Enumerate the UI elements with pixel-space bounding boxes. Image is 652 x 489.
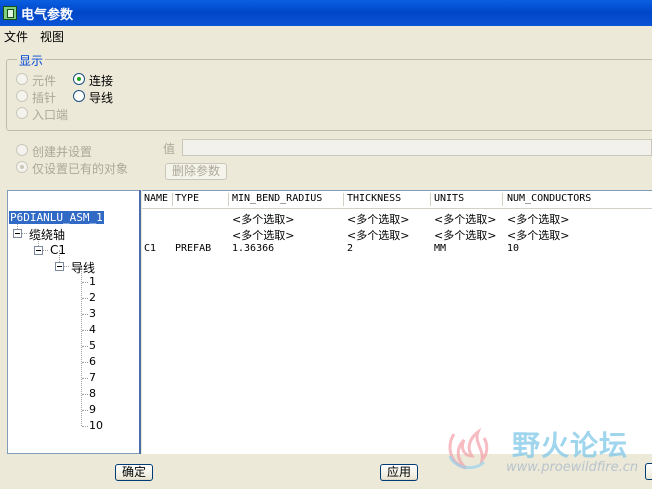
table-cell[interactable]: 2 [347, 243, 353, 254]
tree-root-node[interactable]: P6DIANLU_ASM_1 [9, 211, 104, 224]
radio-label: 导线 [89, 91, 114, 105]
value-label: 值 [163, 142, 176, 156]
menu-view[interactable]: 视图 [40, 28, 64, 45]
table-cell[interactable]: C1 [144, 243, 156, 254]
column-header-units[interactable]: UNITS [434, 193, 464, 204]
radio-button[interactable] [16, 90, 28, 102]
menu-file[interactable]: 文件 [4, 28, 28, 45]
tree-node-wire[interactable]: 5 [89, 339, 96, 352]
table-cell[interactable]: PREFAB [175, 243, 211, 254]
radio-button[interactable] [16, 161, 28, 173]
tree-node-wire[interactable]: 8 [89, 387, 96, 400]
radio-label: 仅设置已有的对象 [32, 162, 129, 176]
table-cell[interactable]: <多个选取> [507, 211, 569, 227]
delete-parameter-button[interactable]: 删除参数 [165, 163, 227, 180]
column-header-thickness[interactable]: THICKNESS [347, 193, 401, 204]
column-header-min-bend-radius[interactable]: MIN_BEND_RADIUS [232, 193, 322, 204]
radio-button[interactable] [16, 73, 28, 85]
flame-logo-icon [448, 427, 489, 470]
radio-label: 元件 [32, 74, 57, 88]
menu-bar: 文件 视图 [0, 26, 652, 45]
radio-button[interactable] [16, 144, 28, 156]
table-cell[interactable]: MM [434, 243, 446, 254]
collapse-icon[interactable] [13, 229, 22, 238]
table-cell[interactable]: <多个选取> [507, 227, 569, 243]
tree-node-wire[interactable]: 6 [89, 355, 96, 368]
radio-label: 入口端 [32, 108, 69, 122]
table-cell[interactable]: <多个选取> [232, 211, 294, 227]
parameter-table: NAME TYPE MIN_BEND_RADIUS THICKNESS UNIT… [142, 190, 652, 454]
watermark-title: 野火论坛 [512, 429, 629, 462]
window-title: 电气参数 [21, 8, 74, 23]
table-cell[interactable]: <多个选取> [434, 227, 496, 243]
tree-node-c1[interactable]: C1 [50, 243, 66, 257]
apply-button[interactable]: 应用 [380, 464, 418, 481]
tree-node-wire[interactable]: 10 [89, 419, 103, 432]
ok-button[interactable]: 确定 [115, 464, 153, 481]
radio-label: 创建并设置 [32, 145, 93, 159]
tree-node-wire[interactable]: 7 [89, 371, 96, 384]
tree-node-wire[interactable]: 2 [89, 291, 96, 304]
collapse-icon[interactable] [55, 262, 64, 271]
tree-node-wire[interactable]: 9 [89, 403, 96, 416]
splitter[interactable] [139, 190, 141, 454]
radio-button[interactable] [73, 90, 85, 102]
collapse-icon[interactable] [34, 246, 43, 255]
radio-label: 插针 [32, 91, 57, 105]
watermark-url: www.proewildfire.cn [506, 460, 639, 475]
radio-button[interactable] [73, 73, 85, 85]
value-input[interactable] [182, 139, 652, 156]
column-header-type[interactable]: TYPE [175, 193, 199, 204]
table-cell[interactable]: <多个选取> [347, 227, 409, 243]
table-cell[interactable]: <多个选取> [434, 211, 496, 227]
tree-node-wires[interactable]: 导线 [71, 259, 95, 276]
table-cell[interactable]: <多个选取> [232, 227, 294, 243]
display-group-legend: 显示 [17, 52, 46, 69]
object-tree: P6DIANLU_ASM_1 缆绕轴 C1 导线 1 2 3 4 5 6 7 8 9 10 [7, 190, 141, 454]
column-header-name[interactable]: NAME [144, 193, 168, 204]
table-cell[interactable]: <多个选取> [347, 211, 409, 227]
tree-node-wire[interactable]: 4 [89, 323, 96, 336]
tree-node-cable-reel[interactable]: 缆绕轴 [29, 226, 65, 243]
table-cell[interactable]: 10 [507, 243, 519, 254]
forum-watermark: 野火论坛 www.proewildfire.cn [440, 420, 652, 489]
radio-label: 连接 [89, 74, 114, 88]
tree-node-wire[interactable]: 1 [89, 275, 96, 288]
radio-button[interactable] [16, 107, 28, 119]
table-cell[interactable]: 1.36366 [232, 243, 274, 254]
app-icon [3, 6, 17, 20]
tree-node-wire[interactable]: 3 [89, 307, 96, 320]
title-bar: 电气参数 [0, 0, 652, 26]
column-header-num-conductors[interactable]: NUM_CONDUCTORS [507, 193, 591, 204]
